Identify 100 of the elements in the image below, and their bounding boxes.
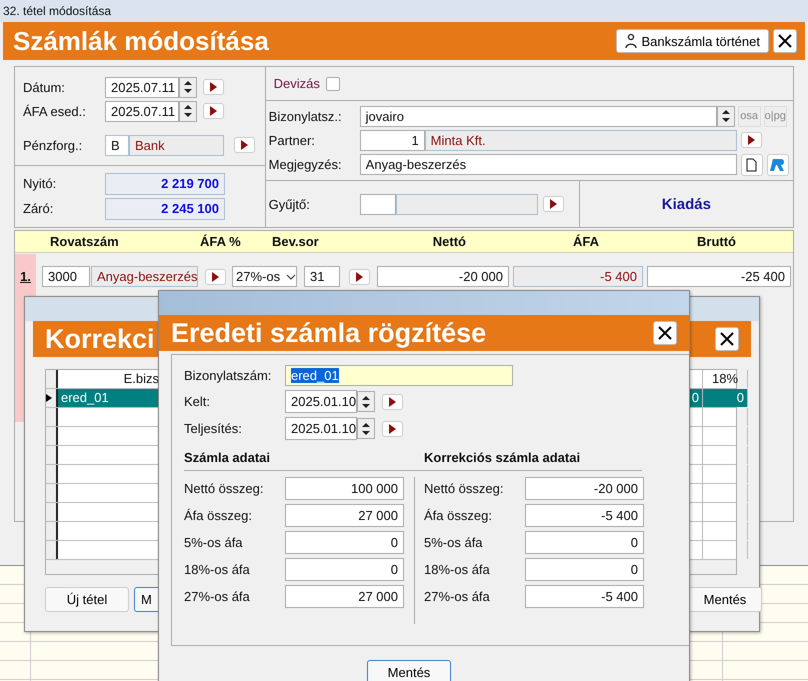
field-label: 27%-os áfa — [184, 589, 251, 604]
save-button[interactable]: Mentés — [367, 660, 451, 681]
column-header: Bruttó — [696, 234, 736, 249]
vat-select[interactable]: 27%-os — [232, 266, 297, 287]
column-header: ÁFA % — [200, 234, 242, 249]
note-field[interactable]: Anyag-beszerzés — [360, 154, 737, 175]
chevron-down-icon — [286, 274, 296, 280]
field-label: Bizonylatsz.: — [268, 108, 343, 124]
name-field: Minta Kft. — [424, 130, 737, 150]
arrow-button[interactable] — [382, 420, 403, 436]
checkbox[interactable] — [326, 76, 340, 90]
up-down-icon — [722, 109, 730, 123]
amount-field[interactable]: 27 000 — [285, 585, 404, 608]
document-number-field[interactable]: ered_01 — [285, 365, 513, 386]
play-icon — [389, 396, 396, 406]
play-icon — [212, 272, 219, 282]
save-button[interactable]: Mentés — [688, 587, 762, 612]
row-number: 1. — [20, 269, 31, 286]
arrow-button[interactable] — [740, 132, 762, 148]
close-icon — [778, 34, 792, 48]
section-title: Számla adatai — [184, 450, 271, 465]
logo-button[interactable] — [766, 154, 789, 176]
close-button[interactable] — [715, 327, 739, 351]
field-label: Partner: — [268, 132, 316, 148]
code-field[interactable]: 1 — [360, 130, 425, 150]
date-field[interactable]: 2025.07.11 — [105, 76, 179, 98]
arrow-button[interactable] — [205, 268, 226, 284]
spin-button[interactable] — [357, 418, 375, 439]
amount-field[interactable]: 0 — [525, 558, 644, 581]
play-icon — [210, 106, 217, 116]
code-field[interactable]: 3000 — [42, 266, 90, 287]
amount-field[interactable]: 0 — [285, 558, 404, 581]
play-icon — [748, 135, 755, 145]
amount-field[interactable]: -20 000 — [525, 477, 644, 500]
field-label: Kelt: — [184, 394, 212, 409]
amount-field[interactable]: -5 400 — [525, 585, 644, 608]
grid-cell[interactable]: 0 — [703, 389, 748, 407]
column-header: Rovatszám — [49, 234, 120, 249]
up-down-icon — [184, 80, 192, 94]
field-label: Pénzforg.: — [23, 138, 84, 152]
spin-button[interactable] — [179, 76, 197, 98]
date-field[interactable]: 2025.07.11 — [105, 100, 179, 122]
close-button[interactable] — [653, 321, 677, 345]
code-field[interactable] — [360, 194, 396, 214]
history-button[interactable]: Bankszámla történet — [616, 29, 769, 53]
arrow-button[interactable] — [203, 103, 224, 119]
amount-field[interactable]: -20 000 — [377, 266, 509, 287]
field-label: Nettó összeg: — [184, 481, 264, 496]
arrow-button[interactable] — [234, 137, 255, 153]
close-button[interactable] — [773, 29, 797, 53]
up-down-icon — [362, 422, 370, 436]
field-label: Nyitó: — [23, 176, 58, 191]
document-button[interactable] — [740, 154, 763, 176]
field-label: Nettó összeg: — [424, 481, 504, 496]
balance-field: 2 245 100 — [105, 198, 225, 220]
amount-field[interactable]: 100 000 — [285, 477, 404, 500]
spin-button[interactable] — [716, 106, 735, 126]
spin-button[interactable] — [179, 100, 197, 122]
row-pointer-icon — [46, 394, 52, 402]
field-label: Gyűjtő: — [268, 196, 311, 212]
play-icon — [389, 424, 396, 434]
amount-field[interactable]: -25 400 — [647, 266, 791, 287]
name-field: Anyag-beszerzés — [91, 266, 198, 287]
logo-icon — [768, 156, 787, 172]
date-field[interactable]: 2025.01.10 — [285, 417, 357, 440]
amount-field: -5 400 — [513, 266, 643, 287]
field-label: Áfa összeg: — [184, 508, 253, 523]
amount-field[interactable]: -5 400 — [525, 504, 644, 527]
page-title: Számlák módosítása — [13, 26, 269, 56]
arrow-button[interactable] — [382, 394, 403, 410]
field-label: Megjegyzés: — [268, 157, 343, 172]
field-label: 5%-os áfa — [184, 535, 244, 550]
play-icon — [550, 199, 557, 209]
field-label: 18%-os áfa — [424, 562, 491, 577]
code-field[interactable]: B — [105, 134, 129, 156]
field-label: Teljesítés: — [184, 421, 243, 436]
arrow-button[interactable] — [203, 79, 224, 95]
section-title: Korrekciós számla adatai — [424, 450, 580, 465]
amount-field[interactable]: 27 000 — [285, 504, 404, 527]
balance-field: 2 219 700 — [105, 172, 225, 194]
field-label: Záró: — [23, 201, 54, 216]
amount-field[interactable]: 0 — [525, 531, 644, 554]
date-field[interactable]: 2025.01.10 — [285, 390, 357, 413]
arrow-button[interactable] — [349, 268, 370, 284]
field-label: ÁFA esed.: — [23, 104, 87, 118]
dialog-title: Eredeti számla rögzítése — [171, 318, 486, 348]
checkbox-label: Devizás — [274, 76, 320, 91]
document-number-field[interactable]: jovairo — [360, 106, 717, 126]
window-heading: Korrekci — [45, 324, 155, 354]
window-title: 32. tétel módosítása — [3, 4, 112, 18]
field-label: Dátum: — [23, 80, 66, 94]
direction-label: Kiadás — [660, 196, 712, 212]
arrow-button[interactable] — [542, 196, 564, 212]
amount-field[interactable]: 0 — [285, 531, 404, 554]
row-field[interactable]: 31 — [304, 266, 340, 287]
field-label: 5%-os áfa — [424, 535, 484, 550]
field-label: Áfa összeg: — [424, 508, 493, 523]
new-item-button[interactable]: Új tétel — [45, 587, 129, 612]
spin-button[interactable] — [357, 391, 375, 412]
play-icon — [356, 272, 363, 282]
